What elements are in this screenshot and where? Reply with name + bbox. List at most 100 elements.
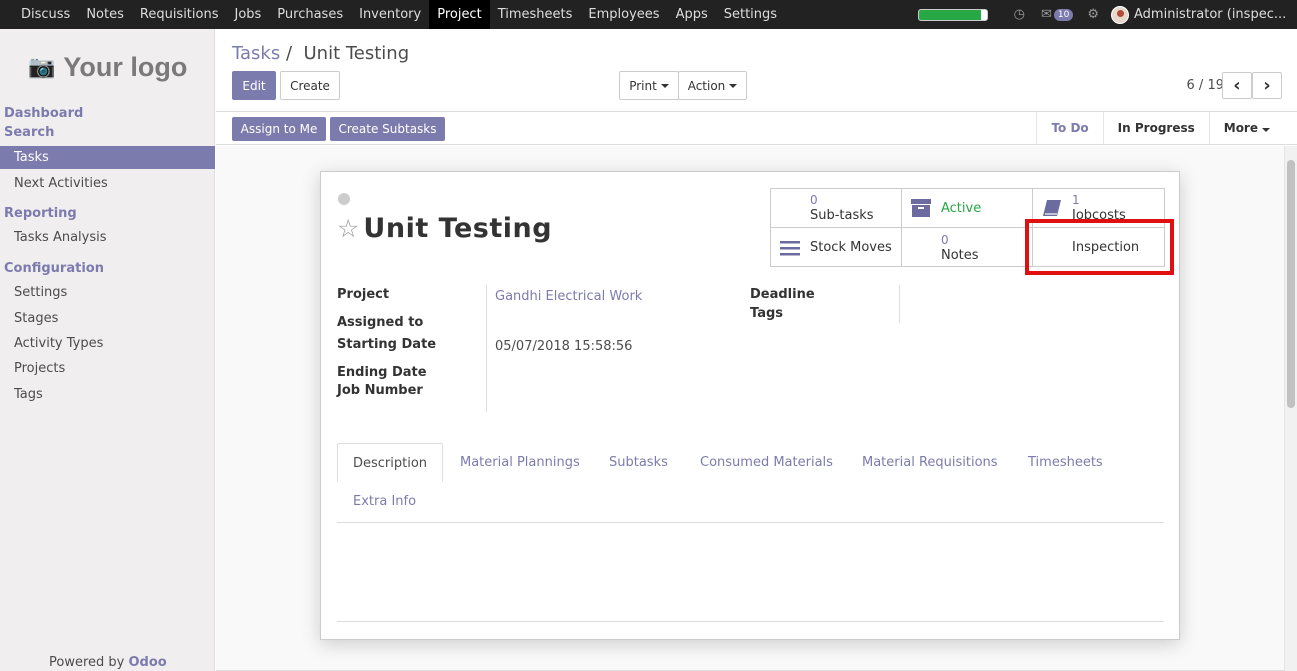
stock-moves-smart-button[interactable]: Stock Moves bbox=[771, 228, 902, 267]
deadline-label: Deadline bbox=[750, 287, 815, 302]
stock-moves-label: Stock Moves bbox=[810, 240, 892, 255]
tab-material-plannings[interactable]: Material Plannings bbox=[445, 443, 595, 482]
menu-inventory[interactable]: Inventory bbox=[351, 0, 429, 29]
notification-badge: 10 bbox=[1053, 8, 1074, 21]
avatar[interactable] bbox=[1111, 5, 1129, 24]
menu-requisitions[interactable]: Requisitions bbox=[132, 0, 227, 29]
menu-employees[interactable]: Employees bbox=[580, 0, 667, 29]
sidebar-item-tasks[interactable]: Tasks bbox=[0, 146, 215, 169]
powered-by: Powered by Odoo bbox=[49, 655, 167, 670]
active-toggle-button[interactable]: Active bbox=[902, 189, 1033, 228]
menu-purchases[interactable]: Purchases bbox=[269, 0, 351, 29]
create-subtasks-button[interactable]: Create Subtasks bbox=[330, 117, 445, 141]
subtasks-smart-button[interactable]: 0 Sub-tasks bbox=[771, 189, 902, 228]
progress-fill bbox=[918, 9, 982, 20]
caret-down-icon bbox=[729, 83, 738, 88]
stage-in-progress[interactable]: In Progress bbox=[1102, 112, 1209, 144]
tab-description[interactable]: Description bbox=[337, 443, 444, 482]
notes-smart-button[interactable]: 0 Notes bbox=[902, 228, 1033, 267]
sidebar-item-search[interactable]: Search bbox=[4, 125, 54, 140]
systray: ◷ ✉ 10 ⚙ Administrator (inspec... bbox=[917, 0, 1297, 29]
sidebar-item-tags[interactable]: Tags bbox=[0, 383, 215, 406]
sidebar-section-reporting: Reporting bbox=[4, 206, 77, 221]
sidebar-item-tasks-analysis[interactable]: Tasks Analysis bbox=[0, 226, 215, 249]
bars-icon bbox=[779, 238, 801, 258]
menu-project[interactable]: Project bbox=[429, 0, 490, 29]
starting-date-value: 05/07/2018 15:58:56 bbox=[495, 339, 633, 354]
logo-text: Your logo bbox=[63, 52, 188, 82]
print-dropdown[interactable]: Print bbox=[619, 71, 679, 100]
jobcosts-count: 1 bbox=[1072, 193, 1080, 207]
menu-timesheets[interactable]: Timesheets bbox=[490, 0, 581, 29]
print-label: Print bbox=[629, 78, 657, 93]
pager-previous-button[interactable]: ‹ bbox=[1222, 72, 1252, 99]
sidebar: 📷 Your logo Dashboard Search Tasks Next … bbox=[0, 29, 215, 671]
caret-down-icon bbox=[1262, 128, 1270, 132]
job-number-label: Job Number bbox=[337, 383, 423, 398]
ending-date-label: Ending Date bbox=[337, 365, 427, 380]
notebook-tabs: Description Material Plannings Subtasks … bbox=[337, 443, 1164, 523]
edit-button[interactable]: Edit bbox=[232, 71, 276, 100]
breadcrumb-current: Unit Testing bbox=[303, 43, 410, 64]
scrollbar[interactable] bbox=[1284, 146, 1297, 671]
project-value-link[interactable]: Gandhi Electrical Work bbox=[495, 289, 642, 304]
kanban-state-dot[interactable] bbox=[338, 193, 350, 205]
pager-value[interactable]: 6 / 19 bbox=[1187, 78, 1224, 93]
notes-count: 0 bbox=[941, 232, 949, 247]
list-icon bbox=[910, 238, 932, 258]
action-dropdown[interactable]: Action bbox=[678, 71, 747, 100]
form-statusbar: Assign to Me Create Subtasks To Do In Pr… bbox=[216, 111, 1297, 145]
progress-bar bbox=[917, 8, 988, 21]
tab-subtasks[interactable]: Subtasks bbox=[594, 443, 683, 482]
bug-icon[interactable]: ⚙ bbox=[1087, 7, 1099, 22]
star-icon[interactable]: ☆ bbox=[337, 214, 359, 243]
breadcrumb-tasks[interactable]: Tasks bbox=[232, 43, 280, 64]
clock-icon[interactable]: ◷ bbox=[1014, 7, 1025, 22]
menu-jobs[interactable]: Jobs bbox=[226, 0, 269, 29]
camera-icon: 📷 bbox=[28, 55, 56, 80]
tab-consumed-materials[interactable]: Consumed Materials bbox=[685, 443, 848, 482]
tab-timesheets[interactable]: Timesheets bbox=[1013, 443, 1118, 482]
task-title: ☆ Unit Testing bbox=[337, 213, 552, 244]
archive-icon bbox=[910, 198, 932, 218]
menu-notes[interactable]: Notes bbox=[78, 0, 132, 29]
sidebar-item-stages[interactable]: Stages bbox=[0, 307, 215, 330]
sidebar-item-settings[interactable]: Settings bbox=[0, 281, 215, 304]
project-label: Project bbox=[337, 287, 390, 302]
stage-more-dropdown[interactable]: More bbox=[1208, 112, 1284, 144]
book-icon bbox=[1041, 198, 1063, 218]
pager-next-button[interactable]: › bbox=[1252, 72, 1282, 99]
breadcrumb: Tasks / Unit Testing bbox=[232, 43, 409, 64]
sidebar-section-configuration: Configuration bbox=[4, 261, 104, 276]
list-icon bbox=[779, 198, 801, 218]
action-label: Action bbox=[687, 78, 726, 93]
caret-down-icon bbox=[660, 83, 669, 88]
starting-date-label: Starting Date bbox=[337, 337, 437, 352]
powered-brand-link[interactable]: Odoo bbox=[129, 655, 167, 670]
chat-icon[interactable]: ✉ bbox=[1041, 7, 1052, 22]
sidebar-item-next-activities[interactable]: Next Activities bbox=[0, 172, 215, 195]
menu-discuss[interactable]: Discuss bbox=[13, 0, 78, 29]
menu-settings[interactable]: Settings bbox=[716, 0, 785, 29]
field-divider bbox=[899, 285, 900, 323]
tab-extra-info[interactable]: Extra Info bbox=[338, 482, 431, 521]
more-label: More bbox=[1223, 121, 1258, 135]
scrollbar-thumb[interactable] bbox=[1287, 160, 1295, 408]
notes-label: Notes bbox=[941, 247, 979, 263]
assigned-to-label: Assigned to bbox=[337, 315, 424, 330]
sidebar-item-activity-types[interactable]: Activity Types bbox=[0, 332, 215, 355]
assign-to-me-button[interactable]: Assign to Me bbox=[232, 117, 326, 141]
menu-apps[interactable]: Apps bbox=[668, 0, 716, 29]
sidebar-item-dashboard[interactable]: Dashboard bbox=[4, 106, 83, 121]
create-button[interactable]: Create bbox=[280, 71, 340, 100]
app-menu: Discuss Notes Requisitions Jobs Purchase… bbox=[0, 0, 785, 29]
top-navbar: Discuss Notes Requisitions Jobs Purchase… bbox=[0, 0, 1297, 29]
tags-label: Tags bbox=[750, 306, 784, 321]
user-menu[interactable]: Administrator (inspec... bbox=[1134, 7, 1297, 22]
task-name: Unit Testing bbox=[363, 213, 553, 244]
powered-prefix: Powered by bbox=[49, 655, 125, 670]
tab-material-requisitions[interactable]: Material Requisitions bbox=[847, 443, 1013, 482]
sidebar-item-projects[interactable]: Projects bbox=[0, 357, 215, 380]
stage-to-do[interactable]: To Do bbox=[1036, 112, 1102, 144]
company-logo[interactable]: 📷 Your logo bbox=[28, 52, 187, 83]
